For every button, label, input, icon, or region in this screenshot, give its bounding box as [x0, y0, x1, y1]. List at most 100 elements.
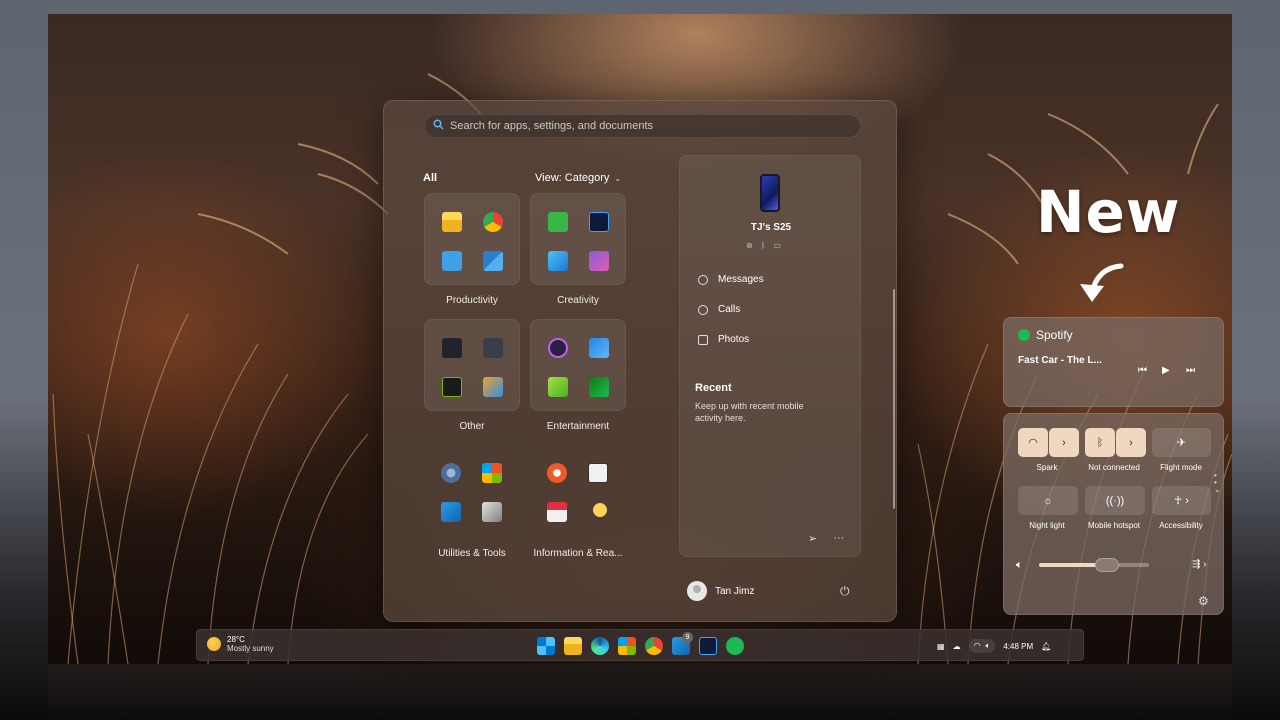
- phone-calls-link[interactable]: Calls: [698, 304, 740, 315]
- night-light-label: Night light: [1029, 521, 1065, 530]
- utility-apps-icon[interactable]: [483, 377, 503, 397]
- clock-time[interactable]: 4:48 PM: [1003, 642, 1033, 651]
- photoshop-taskbar-icon[interactable]: [699, 637, 717, 655]
- page-dots-icon[interactable]: • • ⌄: [1214, 472, 1221, 494]
- start-menu: All View: Category ⌄ Productivity Creati…: [383, 100, 897, 622]
- eagle-app-icon[interactable]: [442, 338, 462, 358]
- phone-icon: [698, 304, 708, 315]
- settings-icon[interactable]: [441, 463, 461, 483]
- notification-bell-icon[interactable]: 🔔︎: [1041, 642, 1051, 651]
- view-category-dropdown[interactable]: View: Category ⌄: [535, 172, 621, 184]
- settings-gear-icon[interactable]: ⚙: [1198, 594, 1209, 608]
- volume-slider-track[interactable]: [1039, 563, 1149, 567]
- spotify-media-widget[interactable]: Spotify Fast Car - The L... ⏮ ▶ ⏭: [1003, 317, 1224, 407]
- wifi-expand-button[interactable]: ›: [1049, 428, 1079, 457]
- wifi-tray-icon: ◠: [973, 641, 981, 650]
- qr-code-icon[interactable]: ▦: [937, 642, 945, 651]
- accessibility-toggle[interactable]: ☥ ›: [1152, 486, 1211, 515]
- file-explorer-icon[interactable]: [442, 212, 462, 232]
- xbox-spotify-icon[interactable]: [589, 377, 609, 397]
- airplane-icon: ✈: [1176, 437, 1187, 449]
- bluetooth-label: Not connected: [1088, 463, 1140, 472]
- start-button-icon[interactable]: [537, 637, 555, 655]
- bluetooth-status-icon: ᛒ: [760, 241, 766, 250]
- quick-settings-panel: ◠ › Spark ᛒ › Not connected ✈ Flight mod…: [1003, 413, 1224, 615]
- store-taskbar-icon[interactable]: [618, 637, 636, 655]
- 7zip-icon[interactable]: [588, 463, 608, 483]
- volume-icon[interactable]: 🔈︎: [1016, 559, 1023, 572]
- photos-icon[interactable]: [548, 251, 568, 271]
- app-group-entertainment[interactable]: [530, 319, 626, 411]
- view-category-label: View: Category: [535, 172, 610, 184]
- accessibility-label: Accessibility: [1159, 521, 1203, 530]
- recent-description: Keep up with recent mobile activity here…: [695, 401, 804, 423]
- chevron-down-icon: ⌄: [614, 173, 622, 183]
- remote-desktop-icon[interactable]: [441, 502, 461, 522]
- user-account-button[interactable]: Tan Jimz: [687, 581, 754, 601]
- cloud-icon[interactable]: ☁: [953, 642, 961, 651]
- phone-status-icons: ⊗ ᛒ ▭: [746, 241, 781, 250]
- flight-mode-label: Flight mode: [1160, 463, 1202, 472]
- game-bar-icon[interactable]: [548, 377, 568, 397]
- previous-track-icon[interactable]: ⏮: [1138, 365, 1147, 376]
- task-manager-icon[interactable]: [483, 251, 503, 271]
- phone-link-taskbar-icon[interactable]: 9: [672, 632, 693, 655]
- spotify-taskbar-icon[interactable]: [726, 637, 744, 655]
- group-label-other: Other: [459, 421, 485, 432]
- weather-text: 28°C Mostly sunny: [227, 635, 274, 653]
- next-track-icon[interactable]: ⏭: [1186, 365, 1195, 376]
- chrome-icon[interactable]: [483, 212, 503, 232]
- weather-widget[interactable]: 28°C Mostly sunny: [207, 635, 274, 653]
- group-label-entertainment: Entertainment: [546, 421, 610, 432]
- mobile-hotspot-label: Mobile hotspot: [1087, 521, 1141, 530]
- phone-photos-link[interactable]: Photos: [698, 334, 749, 345]
- audio-output-icon[interactable]: ⇶ ›: [1192, 559, 1207, 570]
- phone-device-icon: [760, 174, 780, 212]
- spotify-icon: [1018, 329, 1030, 341]
- tools-icon[interactable]: [482, 502, 502, 522]
- chrome-taskbar-icon[interactable]: [645, 637, 663, 655]
- phone-messages-link[interactable]: Messages: [698, 274, 764, 285]
- notification-badge: 9: [682, 632, 693, 643]
- notepad-icon[interactable]: [442, 251, 462, 271]
- start-menu-scrollbar[interactable]: [893, 289, 895, 509]
- flight-mode-toggle[interactable]: ✈: [1152, 428, 1211, 457]
- nvidia-icon[interactable]: [442, 377, 462, 397]
- edge-icon[interactable]: [591, 637, 609, 655]
- app-group-information[interactable]: [530, 445, 626, 537]
- file-explorer-taskbar-icon[interactable]: [564, 637, 582, 655]
- volume-slider-thumb[interactable]: [1095, 558, 1120, 572]
- photoshop-icon[interactable]: [589, 212, 609, 232]
- movies-tv-icon[interactable]: [589, 338, 609, 358]
- search-input[interactable]: [450, 120, 850, 132]
- wifi-toggle[interactable]: ◠: [1018, 428, 1048, 457]
- play-icon[interactable]: ▶: [1162, 365, 1170, 376]
- network-volume-group[interactable]: ◠ 🔈︎: [968, 639, 996, 653]
- power-icon[interactable]: ⏻: [840, 584, 850, 599]
- app-group-other[interactable]: [424, 319, 520, 411]
- mobile-hotspot-toggle[interactable]: ((·)): [1085, 486, 1145, 515]
- weather-app-icon[interactable]: [588, 502, 608, 522]
- app-group-utilities[interactable]: [424, 445, 520, 537]
- camtasia-icon[interactable]: [548, 212, 568, 232]
- accessibility-icon: ☥ ›: [1174, 495, 1189, 507]
- bluetooth-toggle[interactable]: ᛒ: [1085, 428, 1115, 457]
- message-icon: [698, 274, 708, 285]
- chevron-right-icon: ›: [1129, 436, 1133, 449]
- media-player-icon[interactable]: [548, 338, 568, 358]
- battery-icon: ▭: [773, 241, 782, 250]
- disconnect-icon: ⊗: [746, 241, 753, 250]
- news-reader-icon[interactable]: [547, 502, 567, 522]
- news-app-icon[interactable]: [483, 338, 503, 358]
- maps-icon[interactable]: [547, 463, 567, 483]
- app-group-productivity[interactable]: [424, 193, 520, 285]
- store-icon[interactable]: [482, 463, 502, 483]
- more-options-icon[interactable]: ···: [833, 532, 844, 545]
- weather-sun-icon: [207, 637, 221, 651]
- paint-icon[interactable]: [589, 251, 609, 271]
- send-icon[interactable]: ➢: [808, 532, 817, 545]
- app-group-creativity[interactable]: [530, 193, 626, 285]
- night-light-toggle[interactable]: ☼: [1018, 486, 1078, 515]
- bluetooth-expand-button[interactable]: ›: [1116, 428, 1146, 457]
- search-box[interactable]: [424, 114, 861, 138]
